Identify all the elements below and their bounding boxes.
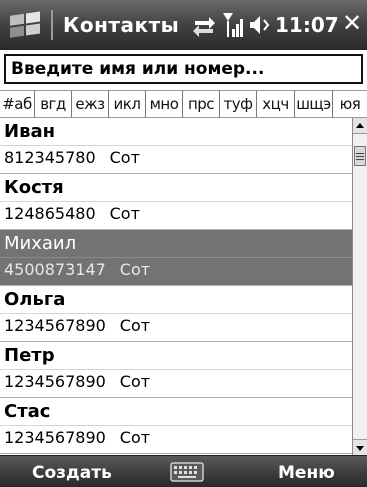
row-divider — [0, 425, 352, 426]
tab-alpha[interactable]: ежз — [72, 91, 109, 117]
keyboard-icon[interactable] — [170, 462, 204, 482]
tab-alpha[interactable]: мно — [146, 91, 183, 117]
row-divider — [0, 145, 352, 146]
contact-number-type: Сот — [119, 372, 151, 391]
title-bar: Контакты 11:07 ✕ — [0, 0, 367, 50]
contact-number-type: Сот — [109, 148, 140, 167]
contact-number-type: Сот — [119, 316, 151, 335]
list-item[interactable]: Костя 124865480 Сот — [0, 174, 352, 230]
row-divider — [0, 313, 352, 314]
list-item-selected[interactable]: Михаил 4500873147 Сот — [0, 230, 352, 286]
tab-alpha[interactable]: прс — [183, 91, 220, 117]
contact-number-line: 124865480 Сот — [4, 204, 140, 223]
contact-number-type: Сот — [119, 260, 151, 279]
list-item[interactable]: Иван 812345780 Сот — [0, 118, 352, 174]
windows-flag-icon[interactable] — [8, 10, 46, 40]
contact-name: Костя — [4, 177, 64, 198]
contact-name: Ольга — [4, 289, 66, 310]
contact-number-type: Сот — [119, 428, 151, 447]
scrollbar[interactable] — [352, 118, 367, 455]
arrow-down-icon — [356, 446, 364, 451]
list-item[interactable]: Ольга 1234567890 Сот — [0, 286, 352, 342]
contact-list: Иван 812345780 Сот Костя 124865480 Сот Мих… — [0, 118, 352, 455]
contact-name: Стас — [4, 401, 51, 422]
contact-name: Иван — [4, 121, 56, 142]
tab-alpha[interactable]: хцч — [257, 91, 295, 117]
row-divider — [0, 257, 352, 258]
arrow-up-icon — [356, 123, 364, 128]
title-separator — [51, 10, 53, 40]
contact-number-type: Сот — [109, 204, 140, 223]
alphabet-tabs: #аб вгд ежз икл мно прс туф хцч шщэ юя — [0, 90, 367, 118]
speaker-volume-icon[interactable] — [248, 11, 272, 39]
contact-name: Михаил — [4, 233, 77, 254]
connectivity-arrows-icon[interactable] — [191, 11, 217, 39]
tab-alpha[interactable]: шщэ — [295, 91, 333, 117]
scroll-down-button[interactable] — [353, 439, 367, 455]
contact-number: 4500873147 — [4, 260, 106, 279]
scroll-up-button[interactable] — [353, 118, 367, 134]
menu-button[interactable]: Меню — [278, 463, 335, 483]
contact-number: 1234567890 — [4, 372, 106, 391]
contact-number-line: 1234567890 Сот — [4, 316, 150, 335]
contact-number: 812345780 — [4, 148, 96, 167]
page-title: Контакты — [63, 13, 180, 37]
contact-number: 124865480 — [4, 204, 96, 223]
softkey-bar: Создать Меню — [0, 455, 367, 487]
tab-alpha[interactable]: икл — [109, 91, 146, 117]
contact-number-line: 1234567890 Сот — [4, 428, 150, 447]
list-item[interactable]: Стас 1234567890 Сот — [0, 398, 352, 454]
search-input[interactable]: Введите имя или номер... — [4, 54, 363, 84]
contact-number-line: 1234567890 Сот — [4, 372, 150, 391]
tab-alpha[interactable]: #аб — [0, 91, 35, 117]
contact-number-line: 812345780 Сот — [4, 148, 140, 167]
tab-alpha[interactable]: юя — [333, 91, 367, 117]
row-divider — [0, 369, 352, 370]
contact-name: Петр — [4, 345, 55, 366]
search-area: Введите имя или номер... — [0, 50, 367, 88]
close-icon[interactable]: ✕ — [342, 9, 362, 37]
list-item[interactable]: Петр 1234567890 Сот — [0, 342, 352, 398]
row-divider — [0, 201, 352, 202]
grip-icon — [356, 153, 364, 160]
clock-time[interactable]: 11:07 — [275, 13, 339, 37]
contact-number-line: 4500873147 Сот — [4, 260, 150, 279]
contact-number: 1234567890 — [4, 316, 106, 335]
tab-alpha[interactable]: вгд — [35, 91, 72, 117]
tab-alpha[interactable]: туф — [220, 91, 257, 117]
contact-number: 1234567890 — [4, 428, 106, 447]
create-button[interactable]: Создать — [32, 463, 112, 483]
scroll-thumb[interactable] — [354, 146, 366, 166]
signal-strength-icon[interactable] — [222, 11, 244, 39]
